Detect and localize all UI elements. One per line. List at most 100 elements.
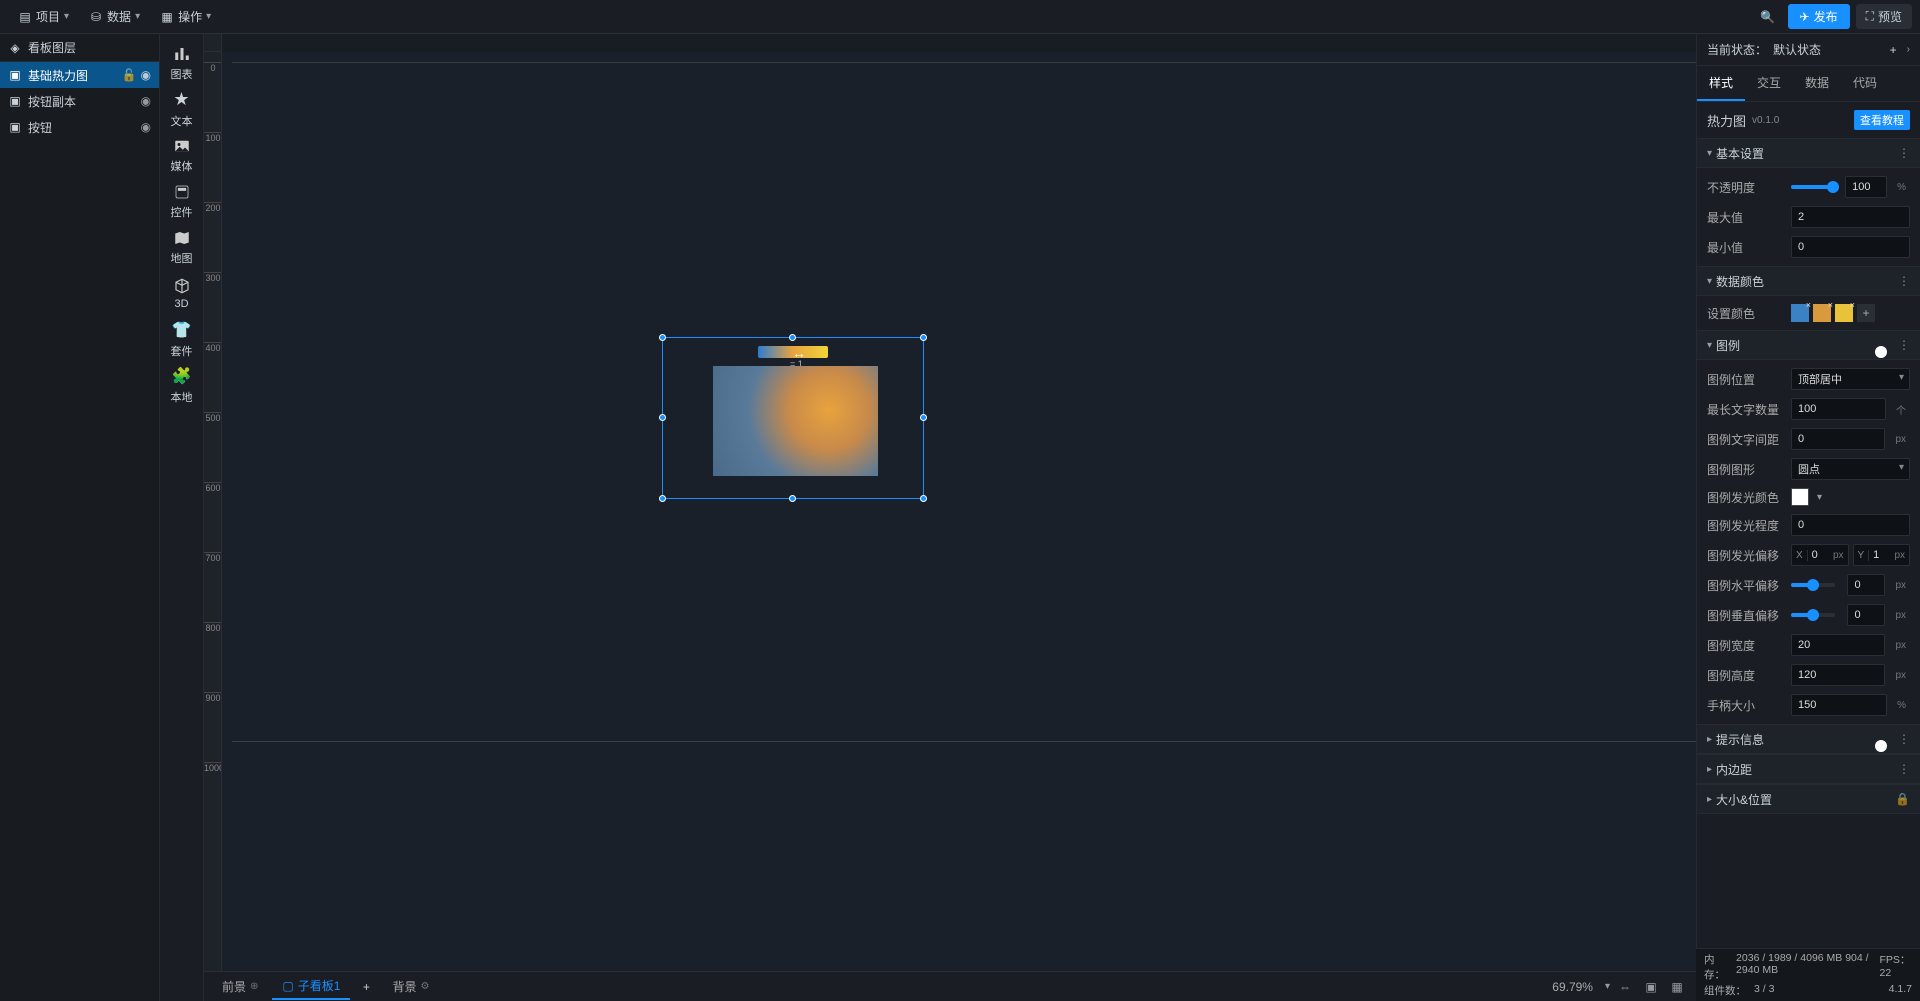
resize-handle-r[interactable] <box>920 414 927 421</box>
palette-map[interactable]: 地图 <box>160 224 204 270</box>
grid-toggle-icon[interactable]: ▦ <box>1666 976 1688 998</box>
properties-panel: 当前状态： 默认状态 + › 样式 交互 数据 代码 热力图 v0.1.0 查看… <box>1696 34 1920 1001</box>
more-icon[interactable]: ⋮ <box>1898 338 1910 352</box>
tab-data[interactable]: 数据 <box>1793 66 1841 101</box>
state-value[interactable]: 默认状态 <box>1773 41 1821 58</box>
preview-button[interactable]: ⛶预览 <box>1856 4 1912 29</box>
prop-text-gap: 图例文字间距 0 px <box>1697 424 1920 454</box>
prop-legend-w: 图例宽度 20 px <box>1697 630 1920 660</box>
more-icon[interactable]: ⋮ <box>1898 274 1910 288</box>
color-swatch-2[interactable]: × <box>1813 304 1831 322</box>
section-tooltip[interactable]: ▸提示信息⋮ <box>1697 724 1920 754</box>
remove-icon[interactable]: × <box>1806 300 1811 310</box>
prop-h-offset: 图例水平偏移 0 px <box>1697 570 1920 600</box>
handle-size-input[interactable]: 150 <box>1791 694 1887 716</box>
glow-color-picker[interactable] <box>1791 488 1809 506</box>
eye-icon[interactable]: ◉ <box>141 120 151 134</box>
resize-handle-l[interactable] <box>659 414 666 421</box>
prop-legend-pos: 图例位置 顶部居中▾ <box>1697 364 1920 394</box>
fit-screen-icon[interactable]: ▣ <box>1640 976 1662 998</box>
section-size-pos[interactable]: ▸大小&位置🔒 <box>1697 784 1920 814</box>
gear-badge-icon: ⚙ <box>420 981 429 992</box>
resize-handle-bl[interactable] <box>659 495 666 502</box>
lock-icon[interactable]: 🔒 <box>1895 792 1910 806</box>
palette-text[interactable]: ★文本 <box>160 86 204 132</box>
component-title: 热力图 <box>1707 111 1746 130</box>
legend-h-input[interactable]: 120 <box>1791 664 1885 686</box>
legend-w-input[interactable]: 20 <box>1791 634 1885 656</box>
palette-chart[interactable]: 图表 <box>160 40 204 86</box>
add-tab-button[interactable]: + <box>354 980 378 994</box>
more-icon[interactable]: ⋮ <box>1898 732 1910 746</box>
add-color-button[interactable]: + <box>1857 304 1875 322</box>
layers-title: 看板图层 <box>28 39 76 56</box>
square-icon: ▢ <box>282 979 293 993</box>
tab-subboard[interactable]: ▢子看板1 <box>272 973 350 1000</box>
fit-width-icon[interactable]: ⇔ <box>1614 976 1636 998</box>
resize-handle-tr[interactable] <box>920 334 927 341</box>
color-swatch-1[interactable]: × <box>1791 304 1809 322</box>
layer-item-button[interactable]: ▣ 按钮 ◉ <box>0 114 159 140</box>
palette-kit[interactable]: 👕套件 <box>160 316 204 362</box>
resize-handle-tl[interactable] <box>659 334 666 341</box>
zoom-level[interactable]: 69.79% <box>1552 980 1593 994</box>
legend-pos-select[interactable]: 顶部居中 <box>1791 368 1910 390</box>
text-gap-input[interactable]: 0 <box>1791 428 1885 450</box>
palette-local[interactable]: 🧩本地 <box>160 362 204 408</box>
eye-icon[interactable]: ◉ <box>141 94 151 108</box>
palette-3d[interactable]: 3D <box>160 270 204 316</box>
max-input[interactable]: 2 <box>1791 206 1910 228</box>
color-swatch-3[interactable]: × <box>1835 304 1853 322</box>
publish-button[interactable]: ✈发布 <box>1788 4 1850 29</box>
chevron-right-icon[interactable]: › <box>1907 44 1910 55</box>
legend-shape-select[interactable]: 圆点 <box>1791 458 1910 480</box>
tab-style[interactable]: 样式 <box>1697 66 1745 101</box>
eye-icon[interactable]: ◉ <box>141 68 151 82</box>
max-text-input[interactable]: 100 <box>1791 398 1886 420</box>
glow-degree-input[interactable]: 0 <box>1791 514 1910 536</box>
menu-project[interactable]: ▤项目▾ <box>8 4 79 29</box>
section-legend[interactable]: ▾图例⋮ <box>1697 330 1920 360</box>
selection-box[interactable]: = 1 <box>662 337 924 499</box>
menu-operation[interactable]: ▦操作▾ <box>150 4 221 29</box>
section-data-color[interactable]: ▾数据颜色⋮ <box>1697 266 1920 296</box>
resize-handle-b[interactable] <box>789 495 796 502</box>
glow-offset-x[interactable]: Xpx <box>1791 544 1849 566</box>
viewport[interactable]: = 1 ↔ <box>222 52 1696 971</box>
resize-handle-t[interactable] <box>789 334 796 341</box>
menu-data[interactable]: ⛁数据▾ <box>79 4 150 29</box>
tab-background[interactable]: 背景⚙ <box>382 974 439 999</box>
glow-offset-y[interactable]: Ypx <box>1853 544 1911 566</box>
layer-item-button-copy[interactable]: ▣ 按钮副本 ◉ <box>0 88 159 114</box>
section-basic[interactable]: ▾基本设置⋮ <box>1697 138 1920 168</box>
tab-foreground[interactable]: 前景⊕ <box>212 974 268 999</box>
v-offset-input[interactable]: 0 <box>1847 604 1885 626</box>
h-offset-slider[interactable] <box>1791 583 1835 587</box>
shirt-icon: 👕 <box>172 320 192 340</box>
layer-item-heatmap[interactable]: ▣ 基础热力图 🔓◉ <box>0 62 159 88</box>
palette-media[interactable]: 媒体 <box>160 132 204 178</box>
unlock-icon[interactable]: 🔓 <box>122 68 137 82</box>
remove-icon[interactable]: × <box>1850 300 1855 310</box>
chevron-down-icon[interactable]: ▾ <box>1817 492 1822 503</box>
search-button[interactable]: 🔍 <box>1754 3 1782 31</box>
chevron-down-icon[interactable]: ▾ <box>1605 981 1610 992</box>
tab-code[interactable]: 代码 <box>1841 66 1889 101</box>
tab-interaction[interactable]: 交互 <box>1745 66 1793 101</box>
resize-handle-br[interactable] <box>920 495 927 502</box>
tutorial-link[interactable]: 查看教程 <box>1854 110 1910 130</box>
section-padding[interactable]: ▸内边距⋮ <box>1697 754 1920 784</box>
palette-control[interactable]: 控件 <box>160 178 204 224</box>
h-offset-input[interactable]: 0 <box>1847 574 1885 596</box>
more-icon[interactable]: ⋮ <box>1898 146 1910 160</box>
min-input[interactable]: 0 <box>1791 236 1910 258</box>
add-state-button[interactable]: + <box>1890 43 1897 57</box>
opacity-input[interactable]: 100 <box>1845 176 1887 198</box>
ruler-origin <box>204 34 222 52</box>
opacity-slider[interactable] <box>1791 185 1833 189</box>
remove-icon[interactable]: × <box>1828 300 1833 310</box>
property-tabs: 样式 交互 数据 代码 <box>1697 66 1920 102</box>
more-icon[interactable]: ⋮ <box>1898 762 1910 776</box>
v-offset-slider[interactable] <box>1791 613 1835 617</box>
component-icon: ▣ <box>8 68 22 82</box>
